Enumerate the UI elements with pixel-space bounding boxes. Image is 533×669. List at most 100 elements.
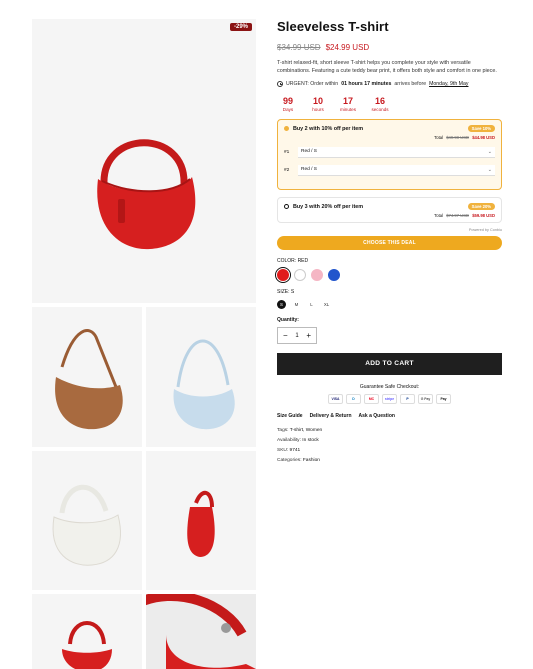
meta-sku-label: SKU: [277, 448, 289, 453]
countdown-seconds-label: seconds [371, 107, 389, 112]
paypal-icon: P [400, 394, 415, 404]
variant-index: #1 [284, 150, 290, 155]
deal-total-label: Total [434, 135, 444, 140]
countdown-days: 99 Days [277, 96, 299, 112]
chevron-down-icon: ⌄ [487, 149, 492, 155]
powered-by: Powered by Conbiu [468, 228, 502, 232]
deal-total-new: $44.98 USD [472, 135, 495, 140]
meta-tags-value[interactable]: T-shirt, Women [290, 428, 322, 433]
urgent-date: Monday, 9th May [429, 81, 469, 87]
quantity-value[interactable]: 1 [295, 333, 298, 339]
countdown-seconds: 16 seconds [367, 96, 393, 112]
stripe-icon: stripe [382, 394, 397, 404]
meta-categories: Categories: Fashion [277, 456, 502, 466]
countdown-days-value: 99 [282, 96, 293, 106]
meta-sku: SKU: 9741 [277, 446, 502, 456]
info-links: Size Guide Delivery & Return Ask a Quest… [277, 413, 502, 419]
swatch-red[interactable] [275, 267, 291, 283]
red-handbag-closeup-image [146, 594, 256, 669]
size-option-m[interactable]: M [292, 300, 301, 309]
variant-index: #2 [284, 168, 290, 173]
thumbnail-red-bag-side[interactable] [146, 451, 256, 590]
deal-title: Buy 2 with 10% off per item [293, 125, 364, 132]
countdown-minutes-label: minutes [339, 107, 357, 112]
size-option-s[interactable]: S [277, 300, 286, 309]
quantity-increase-button[interactable]: + [306, 331, 311, 340]
save-badge: Save 10% [467, 125, 495, 132]
variant-value: Red / S [301, 149, 317, 154]
countdown-minutes-value: 17 [342, 96, 353, 106]
apple-pay-icon: Pay [436, 394, 451, 404]
bundle-deal-buy-2[interactable]: Buy 2 with 10% off per item Save 10% Tot… [277, 119, 502, 190]
main-product-image[interactable]: -29% [32, 19, 256, 303]
red-handbag-side-image [187, 491, 215, 557]
meta-categories-label: Categories: [277, 458, 302, 463]
variant-select[interactable]: Red / S ⌄ [298, 165, 495, 176]
deal-radio-selected[interactable] [284, 126, 289, 131]
bundle-deal-buy-3[interactable]: Buy 3 with 20% off per item Save 20% Tot… [277, 197, 502, 223]
size-guide-link[interactable]: Size Guide [277, 413, 303, 419]
color-swatches [275, 267, 502, 283]
variant-row: #2 Red / S ⌄ [284, 162, 495, 176]
sale-price: $24.99 USD [325, 43, 370, 52]
ask-question-link[interactable]: Ask a Question [359, 413, 395, 419]
discount-badge: -29% [229, 23, 252, 31]
add-to-cart-button[interactable]: ADD TO CART [277, 353, 502, 375]
thumbnail-brown-bag[interactable] [32, 307, 142, 447]
thumbnail-white-bag[interactable] [32, 451, 142, 590]
choose-deal-button[interactable]: CHOOSE THIS DEAL [277, 236, 502, 250]
blue-handbag-image [173, 339, 235, 430]
brown-handbag-image [55, 329, 123, 430]
mastercard-icon: MC [364, 394, 379, 404]
visa-icon: VISA [328, 394, 343, 404]
thumbnail-red-bag-closeup[interactable] [146, 594, 256, 669]
price-row: $34.99 USD $24.99 USD [277, 43, 502, 52]
variant-select[interactable]: Red / S ⌄ [298, 147, 495, 158]
urgent-notice: URGENT: Order within 01 hours 17 minutes… [277, 81, 502, 87]
product-info: Sleeveless T-shirt $34.99 USD $24.99 USD… [275, 19, 502, 466]
deal-radio[interactable] [284, 204, 289, 209]
product-meta: Tags: T-shirt, Women Availability: In st… [277, 426, 502, 466]
urgent-prefix: URGENT: Order within [286, 81, 339, 87]
size-label: SIZE: S [277, 289, 502, 295]
thumbnail-red-bag-front[interactable] [32, 594, 142, 669]
meta-tags-label: Tags: [277, 428, 289, 433]
size-option-l[interactable]: L [307, 300, 316, 309]
swatch-blue[interactable] [328, 269, 340, 281]
swatch-pink[interactable] [311, 269, 323, 281]
delivery-return-link[interactable]: Delivery & Return [310, 413, 352, 419]
quantity-stepper: − 1 + [277, 327, 317, 344]
size-option-xl[interactable]: XL [322, 300, 331, 309]
payment-icons: VISA D MC stripe P G Pay Pay [277, 394, 502, 404]
meta-availability-label: Availability: [277, 438, 301, 443]
deal-title: Buy 3 with 20% off per item [293, 203, 364, 210]
save-badge: Save 20% [467, 203, 495, 210]
countdown-hours-value: 10 [312, 96, 323, 106]
swatch-white[interactable] [294, 269, 306, 281]
chevron-down-icon: ⌄ [487, 167, 492, 173]
countdown-timer: 99 Days 10 hours 17 minutes 16 seconds [277, 96, 502, 112]
variant-value: Red / S [301, 167, 317, 172]
size-label-text: SIZE: [277, 289, 290, 295]
countdown-minutes: 17 minutes [337, 96, 359, 112]
product-description: T-shirt relaxed-fit, short sleeve T-shir… [277, 60, 497, 74]
deal-total-old: $49.98 USD [446, 135, 470, 140]
meta-availability-value: In stock [302, 438, 319, 443]
red-handbag-front-image [62, 621, 112, 669]
quantity-label: Quantity: [277, 317, 299, 323]
old-price: $34.99 USD [277, 43, 321, 52]
countdown-seconds-value: 16 [374, 96, 385, 106]
deal-total-old: $74.97 USD [446, 213, 470, 218]
diners-icon: D [346, 394, 361, 404]
meta-sku-value: 9741 [289, 448, 301, 453]
urgent-middle: arrives before [394, 81, 427, 87]
thumbnail-blue-bag[interactable] [146, 307, 256, 447]
color-value: RED [297, 258, 309, 264]
countdown-days-label: Days [282, 107, 294, 112]
color-label: COLOR: RED [277, 258, 502, 264]
meta-availability: Availability: In stock [277, 436, 502, 446]
countdown-hours: 10 hours [307, 96, 329, 112]
quantity-decrease-button[interactable]: − [283, 331, 288, 340]
deal-total: Total $74.97 USD $59.98 USD [284, 213, 495, 218]
meta-categories-value[interactable]: Fashion [303, 458, 320, 463]
